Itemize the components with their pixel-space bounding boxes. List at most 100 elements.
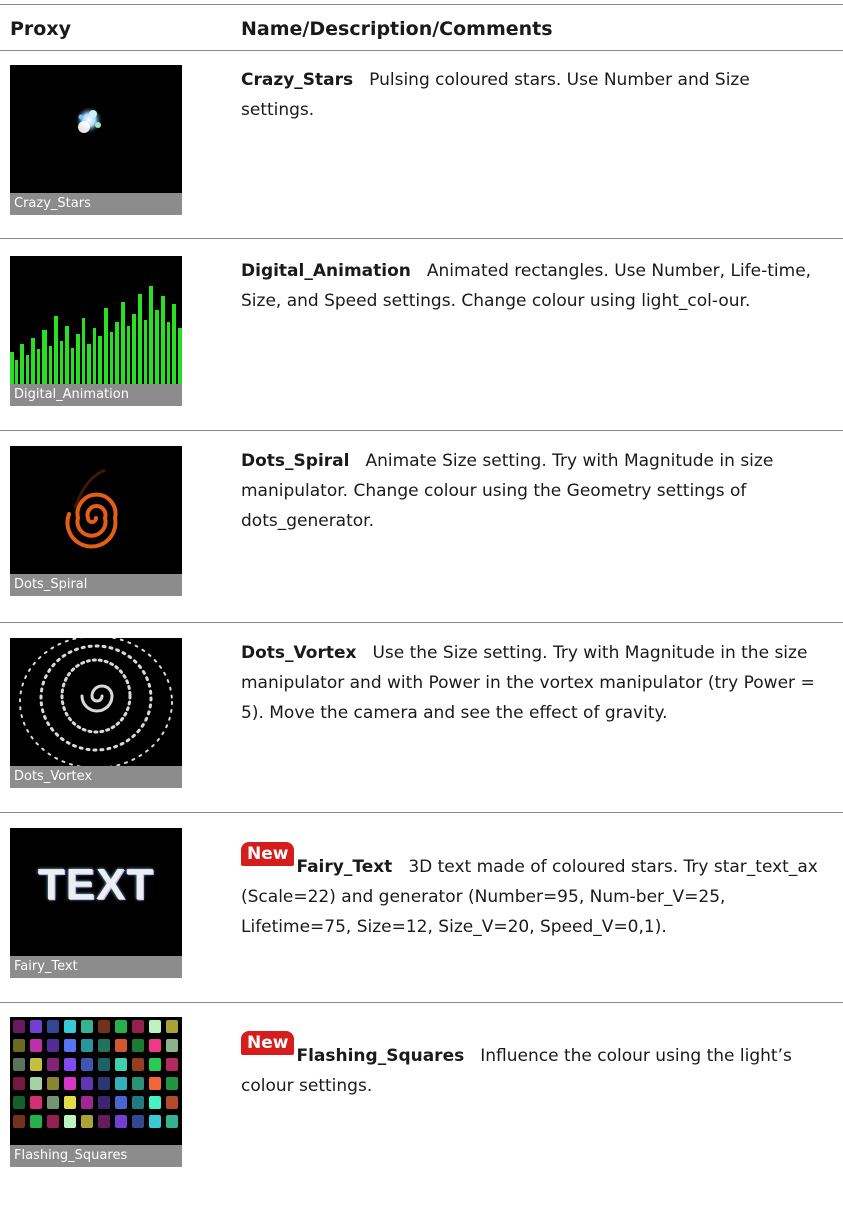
row-rule: [0, 812, 843, 813]
flashing-square: [30, 1058, 42, 1071]
flashing-square: [81, 1115, 93, 1128]
row-description: Digital_Animation Animated rectangles. Us…: [241, 256, 821, 316]
flashing-square: [115, 1096, 127, 1109]
proxy-name: Digital_Animation: [241, 261, 411, 281]
table-row: Digital_Animation Digital_Animation Anima…: [0, 256, 843, 446]
flashing-square: [132, 1096, 144, 1109]
flashing-square: [115, 1039, 127, 1052]
flashing-square: [64, 1096, 76, 1109]
flashing-square: [47, 1077, 59, 1090]
row-description: NewFairy_Text 3D text made of coloured st…: [241, 842, 821, 942]
flashing-square: [166, 1039, 178, 1052]
proxy-name: Flashing_Squares: [296, 1046, 465, 1066]
flashing-square: [149, 1039, 161, 1052]
row-description: NewFlashing_Squares Influence the colour …: [241, 1031, 821, 1101]
proxy-thumbnail-dots-vortex: Dots_Vortex: [10, 638, 182, 788]
flashing-square: [166, 1096, 178, 1109]
flashing-square: [81, 1020, 93, 1033]
flashing-square: [98, 1020, 110, 1033]
row-rule: [0, 430, 843, 431]
flashing-square: [47, 1039, 59, 1052]
table-row: Dots_Vortex Dots_Vortex Use the Size sett…: [0, 638, 843, 828]
flashing-square: [166, 1058, 178, 1071]
thumbnail-caption: Crazy_Stars: [10, 193, 182, 215]
flashing-square: [98, 1096, 110, 1109]
flashing-square: [30, 1096, 42, 1109]
flashing-square: [30, 1020, 42, 1033]
thumbnail-caption: Fairy_Text: [10, 956, 182, 978]
flashing-square: [13, 1020, 25, 1033]
row-description: Crazy_Stars Pulsing coloured stars. Use N…: [241, 65, 821, 125]
table-row: TEXT Fairy_Text NewFairy_Text 3D text mad…: [0, 828, 843, 1018]
flashing-square: [149, 1115, 161, 1128]
proxy-thumbnail-fairy-text: TEXT Fairy_Text: [10, 828, 182, 978]
flashing-square: [132, 1115, 144, 1128]
thumbnail-caption: Dots_Vortex: [10, 766, 182, 788]
flashing-square: [166, 1077, 178, 1090]
column-header-description: Name/Description/Comments: [241, 18, 553, 40]
header-rule: [0, 50, 843, 51]
flashing-square: [132, 1077, 144, 1090]
proxy-name: Crazy_Stars: [241, 70, 354, 90]
flashing-square: [64, 1058, 76, 1071]
flashing-square: [115, 1077, 127, 1090]
flashing-square: [98, 1039, 110, 1052]
table-row: Crazy_Stars Crazy_Stars Pulsing coloured …: [0, 65, 843, 255]
proxy-thumbnail-dots-spiral: Dots_Spiral: [10, 446, 182, 596]
flashing-square: [30, 1115, 42, 1128]
flashing-square: [98, 1077, 110, 1090]
thumbnail-caption: Digital_Animation: [10, 384, 182, 406]
table-row: Dots_Spiral Dots_Spiral Animate Size sett…: [0, 446, 843, 636]
flashing-square: [115, 1020, 127, 1033]
column-header-proxy: Proxy: [10, 18, 71, 40]
row-rule: [0, 1002, 843, 1003]
row-rule: [0, 238, 843, 239]
flashing-square: [64, 1039, 76, 1052]
flashing-square: [13, 1077, 25, 1090]
flashing-square: [64, 1077, 76, 1090]
flashing-square: [30, 1077, 42, 1090]
new-badge: New: [241, 1031, 295, 1055]
proxy-thumbnail-crazy-stars: Crazy_Stars: [10, 65, 182, 215]
flashing-square: [13, 1096, 25, 1109]
flashing-square: [149, 1058, 161, 1071]
row-description: Dots_Spiral Animate Size setting. Try wit…: [241, 446, 821, 536]
proxy-name: Fairy_Text: [296, 857, 393, 877]
flashing-square: [149, 1077, 161, 1090]
flashing-square: [132, 1058, 144, 1071]
flashing-square: [81, 1039, 93, 1052]
flashing-square: [47, 1058, 59, 1071]
flashing-square: [13, 1039, 25, 1052]
table-row: Flashing_Squares NewFlashing_Squares Infl…: [0, 1017, 843, 1207]
flashing-square: [64, 1115, 76, 1128]
thumbnail-caption: Flashing_Squares: [10, 1145, 182, 1167]
proxy-thumbnail-flashing-squares: Flashing_Squares: [10, 1017, 182, 1167]
flashing-square: [81, 1077, 93, 1090]
flashing-square: [166, 1115, 178, 1128]
flashing-square: [166, 1020, 178, 1033]
flashing-square: [149, 1096, 161, 1109]
row-rule: [0, 622, 843, 623]
flashing-square: [81, 1096, 93, 1109]
row-description: Dots_Vortex Use the Size setting. Try wit…: [241, 638, 821, 728]
flashing-square: [132, 1039, 144, 1052]
flashing-square: [47, 1115, 59, 1128]
proxy-thumbnail-digital-animation: Digital_Animation: [10, 256, 182, 406]
proxy-name: Dots_Spiral: [241, 451, 350, 471]
top-rule: [0, 4, 843, 5]
flashing-square: [47, 1020, 59, 1033]
thumbnail-caption: Dots_Spiral: [10, 574, 182, 596]
flashing-square: [30, 1039, 42, 1052]
flashing-square: [98, 1115, 110, 1128]
proxy-name: Dots_Vortex: [241, 643, 357, 663]
flashing-square: [132, 1020, 144, 1033]
flashing-square: [81, 1058, 93, 1071]
thumbnail-text: TEXT: [37, 860, 155, 909]
flashing-square: [149, 1020, 161, 1033]
flashing-square: [98, 1058, 110, 1071]
flashing-square: [13, 1058, 25, 1071]
flashing-square: [47, 1096, 59, 1109]
flashing-square: [13, 1115, 25, 1128]
flashing-square: [115, 1115, 127, 1128]
new-badge: New: [241, 842, 295, 866]
